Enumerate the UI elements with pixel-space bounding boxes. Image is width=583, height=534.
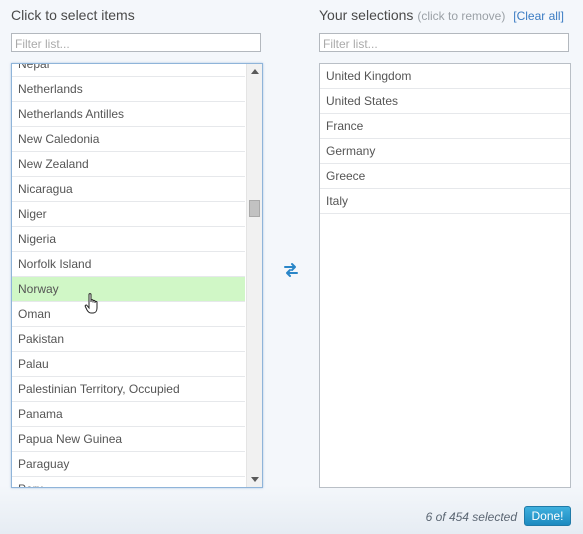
selected-list[interactable]: United Kingdom United States France Germany… bbox=[319, 63, 571, 488]
list-item[interactable]: Norfolk Island bbox=[12, 252, 245, 277]
scroll-up-arrow-icon[interactable] bbox=[251, 69, 259, 74]
list-item[interactable]: Netherlands Antilles bbox=[12, 102, 245, 127]
list-item[interactable]: Palestinian Territory, Occupied bbox=[12, 377, 245, 402]
available-scrollbar[interactable] bbox=[246, 64, 262, 487]
list-item[interactable]: United Kingdom bbox=[320, 64, 570, 89]
list-item[interactable]: Nepal bbox=[12, 64, 245, 77]
list-item[interactable]: France bbox=[320, 114, 570, 139]
selected-items: United Kingdom United States France Germany… bbox=[320, 64, 570, 214]
selected-filter-input[interactable] bbox=[319, 33, 569, 52]
available-list[interactable]: Nepal Netherlands Netherlands Antilles New … bbox=[11, 63, 263, 488]
hand-pointer-cursor-icon bbox=[84, 293, 98, 314]
list-item[interactable]: Nigeria bbox=[12, 227, 245, 252]
list-item[interactable]: Paraguay bbox=[12, 452, 245, 477]
remove-hint: (click to remove) bbox=[417, 9, 506, 23]
list-item[interactable]: Pakistan bbox=[12, 327, 245, 352]
list-item[interactable]: New Zealand bbox=[12, 152, 245, 177]
list-item[interactable]: Papua New Guinea bbox=[12, 427, 245, 452]
list-item[interactable]: United States bbox=[320, 89, 570, 114]
list-item[interactable]: Oman bbox=[12, 302, 245, 327]
selection-count: 6 of 454 selected bbox=[425, 510, 517, 524]
done-button[interactable]: Done! bbox=[524, 506, 571, 526]
selected-title-row: Your selections (click to remove) [Clear… bbox=[319, 7, 564, 23]
list-item[interactable]: Niger bbox=[12, 202, 245, 227]
scroll-down-arrow-icon[interactable] bbox=[251, 477, 259, 482]
list-item[interactable]: Panama bbox=[12, 402, 245, 427]
list-item[interactable]: Norway bbox=[12, 277, 245, 302]
available-filter-input[interactable] bbox=[11, 33, 261, 52]
swap-arrows-icon[interactable] bbox=[283, 262, 299, 278]
list-item[interactable]: Peru bbox=[12, 477, 245, 487]
list-item[interactable]: Nicaragua bbox=[12, 177, 245, 202]
available-title: Click to select items bbox=[11, 7, 135, 23]
list-item[interactable]: Greece bbox=[320, 164, 570, 189]
list-item[interactable]: New Caledonia bbox=[12, 127, 245, 152]
list-item[interactable]: Netherlands bbox=[12, 77, 245, 102]
clear-all-link[interactable]: [Clear all] bbox=[513, 9, 564, 23]
selected-title: Your selections bbox=[319, 7, 414, 23]
scrollbar-thumb[interactable] bbox=[249, 200, 260, 217]
available-items: Nepal Netherlands Netherlands Antilles New … bbox=[12, 64, 245, 487]
list-item[interactable]: Germany bbox=[320, 139, 570, 164]
list-item[interactable]: Italy bbox=[320, 189, 570, 214]
list-item[interactable]: Palau bbox=[12, 352, 245, 377]
